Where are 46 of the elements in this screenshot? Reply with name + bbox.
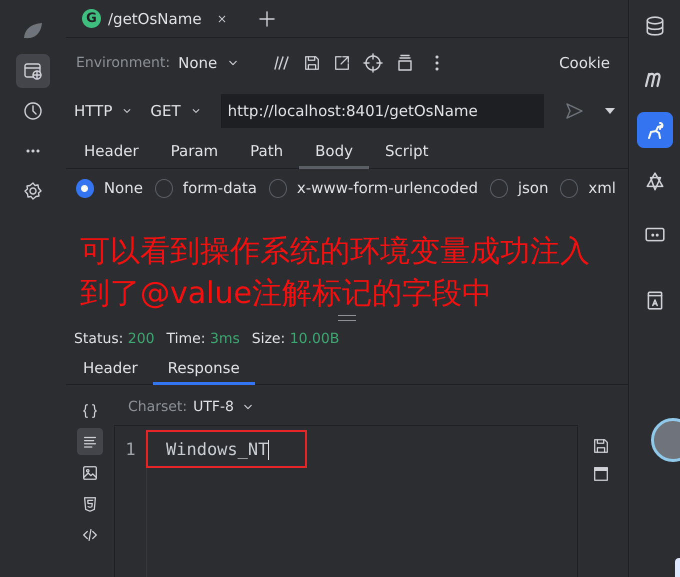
- radio-button[interactable]: [154, 178, 173, 198]
- radio-button[interactable]: [560, 178, 578, 198]
- save-icon[interactable]: [592, 437, 610, 455]
- request-tab[interactable]: Path: [234, 136, 300, 169]
- status-item: Status: 200: [74, 331, 155, 347]
- protocol-dropdown[interactable]: HTTP: [74, 102, 116, 120]
- radio-button[interactable]: [490, 178, 508, 198]
- radio-label: xml: [588, 179, 616, 197]
- charset-dropdown[interactable]: UTF-8: [193, 399, 234, 415]
- save-icon[interactable]: [303, 54, 322, 72]
- method-dropdown[interactable]: GET: [150, 102, 185, 120]
- response-tab[interactable]: Header: [68, 355, 153, 385]
- text-lines-icon[interactable]: [77, 428, 103, 455]
- send-icon[interactable]: [564, 101, 584, 121]
- radio-button[interactable]: [76, 178, 94, 198]
- response-editor[interactable]: 1 Windows_NT: [114, 425, 578, 577]
- add-tab-icon[interactable]: [256, 8, 277, 28]
- resize-handle[interactable]: [338, 315, 356, 321]
- web-window-icon[interactable]: [16, 54, 50, 88]
- response-tab[interactable]: Response: [152, 355, 255, 385]
- status-item: Time: 3ms: [166, 331, 240, 347]
- request-tab[interactable]: Header: [68, 136, 155, 169]
- annotation-text: 可以看到操作系统的环境变量成功注入: [80, 233, 591, 271]
- request-tab[interactable]: Param: [154, 136, 234, 169]
- crosshair-icon[interactable]: [363, 53, 384, 73]
- request-tab[interactable]: Body: [299, 136, 369, 169]
- charset-label: Charset:: [128, 399, 188, 415]
- radio-label: json: [518, 179, 548, 197]
- radio-label: None: [104, 179, 143, 197]
- environment-dropdown[interactable]: None: [178, 54, 218, 72]
- request-tab[interactable]: Script: [369, 136, 445, 169]
- window-icon[interactable]: [592, 465, 610, 483]
- export-icon[interactable]: [333, 54, 352, 72]
- request-badge-icon: G: [82, 9, 101, 28]
- radio-label: form-data: [182, 179, 257, 197]
- radio-label: x-www-form-urlencoded: [296, 179, 478, 197]
- dropdown-arrow-icon[interactable]: [604, 107, 616, 115]
- annotation-text: 到了@value注解标记的字段中: [80, 275, 493, 313]
- line-number: 1: [115, 432, 147, 577]
- cookie-link[interactable]: Cookie: [551, 54, 618, 72]
- environment-label: Environment:: [76, 55, 170, 71]
- status-item: Size: 10.00B: [252, 331, 340, 347]
- editor-tab[interactable]: /getOsName: [108, 10, 202, 28]
- radio-button[interactable]: [268, 178, 287, 198]
- url-field[interactable]: http://localhost:8401/getOsName: [220, 94, 544, 128]
- response-text: Windows_NT: [148, 432, 306, 466]
